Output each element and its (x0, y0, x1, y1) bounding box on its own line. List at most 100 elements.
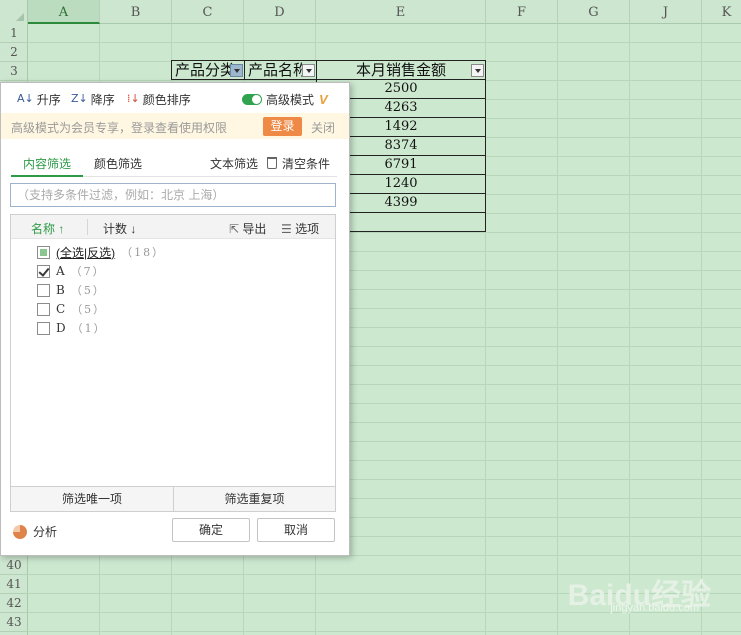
column-header-a[interactable]: A (28, 0, 100, 24)
header-divider (87, 219, 88, 235)
item-count: （7） (70, 265, 106, 278)
member-notice-text: 高级模式为会员专享，登录查看使用权限 (11, 121, 228, 135)
table-header-category[interactable]: 产品分类 (171, 60, 245, 80)
column-header-d[interactable]: D (244, 0, 316, 24)
sort-desc-icon: Z↓ (71, 92, 88, 105)
options-label: 选项 (295, 222, 320, 236)
row-header-42[interactable]: 42 (0, 594, 28, 613)
column-header-e[interactable]: E (316, 0, 486, 24)
select-all-link[interactable]: (全选|反选) (56, 244, 115, 261)
color-sort-label: 颜色排序 (142, 92, 191, 107)
row-header-40[interactable]: 40 (0, 556, 28, 575)
filter-search-input[interactable]: （支持多条件过滤，例如：北京 上海） (10, 183, 336, 207)
advanced-mode-label: 高级模式 (266, 92, 315, 107)
member-notice-bar: 高级模式为会员专享，登录查看使用权限 登录 关闭 (1, 113, 349, 139)
filter-tabs: 内容筛选 颜色筛选 文本筛选 清空条件 (1, 149, 349, 177)
grid-line (557, 24, 558, 635)
tab-color-filter[interactable]: 颜色筛选 (94, 155, 142, 172)
tab-content-filter[interactable]: 内容筛选 (23, 155, 71, 172)
vip-icon: V (319, 91, 328, 107)
count-label: 计数 (103, 222, 128, 236)
row-header-41[interactable]: 41 (0, 575, 28, 594)
name-label: 名称 (31, 222, 56, 236)
filter-unique-button[interactable]: 筛选唯一项 (11, 487, 173, 511)
row-header-43[interactable]: 43 (0, 613, 28, 632)
export-icon: ⇱ (229, 222, 243, 236)
column-header-bar: A B C D E F G J K (0, 0, 741, 24)
filter-dropdown-icon[interactable] (230, 64, 243, 77)
arrow-down-icon: ↓ (127, 222, 137, 236)
options-icon: ☰ (281, 222, 296, 236)
table-header-amount[interactable]: 本月销售金额 (316, 60, 486, 80)
export-button[interactable]: ⇱ 导出 (229, 220, 266, 237)
analysis-label: 分析 (33, 525, 58, 539)
close-notice-link[interactable]: 关闭 (311, 119, 335, 136)
item-checkbox[interactable] (37, 302, 50, 316)
select-all-checkbox[interactable] (37, 245, 50, 259)
table-header-product[interactable]: 产品名称 (244, 60, 317, 80)
list-header: 名称 ↑ 计数 ↓ ⇱ 导出 ☰ 选项 (11, 215, 335, 239)
analysis-button[interactable]: 分析 (13, 523, 57, 540)
filter-dropdown-icon[interactable] (302, 64, 315, 77)
filter-panel: A↓ 升序 Z↓ 降序 ⁞↓ 颜色排序 高级模式 V 高级模式为会员专享，登录查… (0, 82, 350, 556)
list-item[interactable]: C （5） (37, 300, 106, 318)
select-all-row[interactable]: (全选|反选) （18） (37, 243, 165, 261)
sort-by-count-button[interactable]: 计数 ↓ (103, 220, 136, 237)
filter-value-list: 名称 ↑ 计数 ↓ ⇱ 导出 ☰ 选项 (全选|反选) （18） A （7） B… (10, 214, 336, 510)
invert-selection-label: 反选 (87, 245, 112, 260)
options-button[interactable]: ☰ 选项 (281, 220, 319, 237)
item-checkbox[interactable] (37, 264, 50, 278)
item-label: A (56, 264, 65, 278)
filter-duplicate-button[interactable]: 筛选重复项 (174, 487, 335, 511)
clear-conditions-button[interactable]: 清空条件 (267, 155, 330, 172)
column-header-j[interactable]: J (630, 0, 702, 24)
filter-dropdown-icon[interactable] (471, 64, 484, 77)
column-header-f[interactable]: F (486, 0, 558, 24)
arrow-up-icon: ↑ (55, 222, 65, 236)
list-item[interactable]: D （1） (37, 319, 107, 337)
toggle-switch-icon (242, 93, 262, 105)
list-item[interactable]: B （5） (37, 281, 106, 299)
sort-ascending-label: 升序 (36, 92, 61, 107)
pie-chart-icon (13, 524, 27, 539)
color-sort-icon: ⁞↓ (127, 92, 140, 105)
row-header-2[interactable]: 2 (0, 43, 28, 62)
item-checkbox[interactable] (37, 283, 50, 297)
column-header-g[interactable]: G (558, 0, 630, 24)
row-header-1[interactable]: 1 (0, 24, 28, 43)
select-all-count: （18） (121, 246, 166, 259)
item-label: D (56, 321, 66, 335)
item-checkbox[interactable] (37, 321, 50, 335)
login-button[interactable]: 登录 (263, 117, 302, 136)
row-header-3[interactable]: 3 (0, 62, 28, 81)
sort-ascending-button[interactable]: A↓ 升序 (17, 90, 61, 108)
column-header-k[interactable]: K (702, 0, 741, 24)
table-header-label: 本月销售金额 (355, 62, 446, 79)
export-label: 导出 (242, 222, 267, 236)
sort-descending-button[interactable]: Z↓ 降序 (71, 90, 115, 108)
sort-by-name-button[interactable]: 名称 ↑ (31, 220, 64, 237)
text-filter-button[interactable]: 文本筛选 (210, 155, 258, 172)
select-all-label: 全选 (60, 245, 85, 260)
grid-line (701, 24, 702, 635)
item-label: C (56, 302, 66, 316)
table-header-label: 产品分类 (175, 62, 236, 79)
color-sort-button[interactable]: ⁞↓ 颜色排序 (127, 90, 191, 108)
sort-descending-label: 降序 (90, 92, 115, 107)
column-header-b[interactable]: B (100, 0, 172, 24)
sort-asc-icon: A↓ (17, 92, 34, 105)
advanced-mode-toggle[interactable]: 高级模式 V (242, 90, 328, 108)
item-count: （5） (71, 303, 107, 316)
filter-toolbar: A↓ 升序 Z↓ 降序 ⁞↓ 颜色排序 高级模式 V (1, 83, 349, 113)
ok-button[interactable]: 确定 (172, 518, 250, 542)
select-all-corner[interactable] (0, 0, 28, 24)
cancel-button[interactable]: 取消 (257, 518, 335, 542)
item-count: （5） (70, 284, 106, 297)
item-count: （1） (71, 322, 107, 335)
list-item[interactable]: A （7） (37, 262, 106, 280)
trash-icon (267, 157, 277, 169)
list-footer: 筛选唯一项 筛选重复项 (10, 486, 336, 512)
column-header-c[interactable]: C (172, 0, 244, 24)
active-tab-indicator (11, 175, 83, 177)
item-label: B (56, 283, 65, 297)
